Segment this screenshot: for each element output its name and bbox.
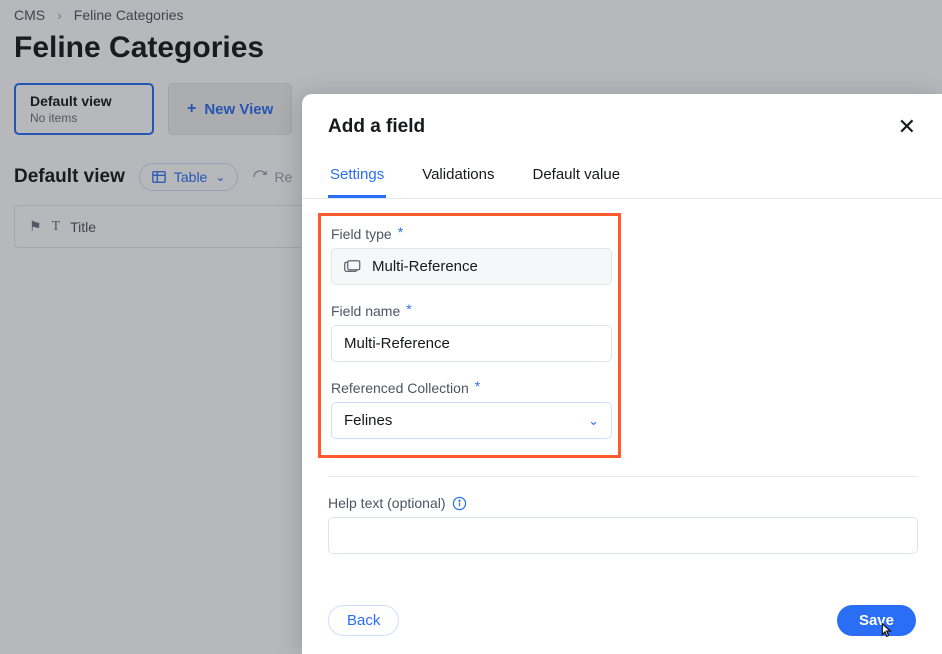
section-divider <box>328 476 918 477</box>
field-name-label: Field name <box>331 303 400 319</box>
help-text-group: Help text (optional) <box>328 495 916 554</box>
field-type-display[interactable]: Multi-Reference <box>331 248 612 285</box>
back-button[interactable]: Back <box>328 605 399 636</box>
tab-validations[interactable]: Validations <box>420 160 496 198</box>
chevron-down-icon: ⌄ <box>588 413 599 429</box>
multi-reference-icon <box>344 260 362 274</box>
field-name-input[interactable] <box>331 325 612 362</box>
cursor-icon <box>876 622 894 640</box>
referenced-collection-select[interactable]: Felines ⌄ <box>331 402 612 439</box>
modal-tabs: Settings Validations Default value <box>302 148 942 199</box>
help-text-label: Help text (optional) <box>328 495 446 511</box>
field-type-value: Multi-Reference <box>372 258 478 275</box>
referenced-collection-label: Referenced Collection <box>331 380 469 396</box>
info-icon[interactable] <box>452 496 467 511</box>
required-mark: * <box>406 301 411 317</box>
help-text-input[interactable] <box>328 517 918 554</box>
close-icon: ✕ <box>898 114 916 139</box>
required-mark: * <box>475 378 480 394</box>
field-type-label: Field type <box>331 226 392 242</box>
tab-settings[interactable]: Settings <box>328 160 386 198</box>
add-field-modal: Add a field ✕ Settings Validations Defau… <box>302 94 942 654</box>
field-type-group: Field type * Multi-Reference <box>331 226 608 285</box>
required-mark: * <box>398 224 403 240</box>
close-button[interactable]: ✕ <box>898 116 916 138</box>
referenced-collection-value: Felines <box>344 412 392 429</box>
referenced-collection-group: Referenced Collection * Felines ⌄ <box>331 380 608 439</box>
field-name-group: Field name * <box>331 303 608 362</box>
tab-default-value[interactable]: Default value <box>530 160 622 198</box>
modal-title: Add a field <box>328 116 425 138</box>
highlighted-section: Field type * Multi-Reference Field name … <box>318 213 621 458</box>
